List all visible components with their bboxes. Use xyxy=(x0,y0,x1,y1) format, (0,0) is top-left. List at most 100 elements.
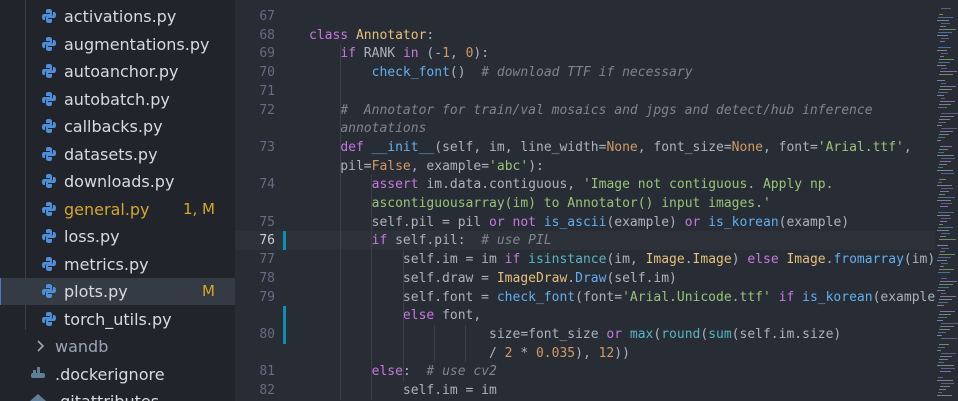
token: check_font xyxy=(371,65,450,81)
token: * xyxy=(512,345,536,361)
token: (im) xyxy=(903,252,936,268)
folder-label: wandb xyxy=(55,337,109,356)
minimap-line xyxy=(938,197,955,198)
minimap-line xyxy=(941,173,954,174)
minimap-line xyxy=(940,236,946,237)
token: assert xyxy=(371,177,427,193)
code-text: class Annotator: xyxy=(309,28,434,43)
token: fromarray xyxy=(833,252,904,268)
file-metrics-py[interactable]: metrics.py xyxy=(0,251,235,278)
minimap-line xyxy=(940,101,955,102)
line-number: 68 xyxy=(259,27,275,43)
file-autobatch-py[interactable]: autobatch.py xyxy=(0,86,235,113)
file-callbacks-py[interactable]: callbacks.py xyxy=(0,113,235,140)
token: # Annotator for train/val mosaics and jp… xyxy=(340,102,873,118)
minimap-line xyxy=(941,53,948,54)
minimap-line xyxy=(938,287,949,288)
token: isinstance xyxy=(528,252,607,268)
line-number: 80 xyxy=(259,326,275,342)
file-label: autoanchor.py xyxy=(64,62,179,81)
minimap-line xyxy=(941,323,958,324)
minimap-line xyxy=(939,104,951,105)
token: sum xyxy=(708,326,732,342)
file-activations-py[interactable]: activations.py xyxy=(0,3,235,30)
code-line[interactable]: 68 class Annotator: xyxy=(235,26,935,45)
minimap-line xyxy=(939,179,946,180)
minimap-line xyxy=(937,140,941,141)
token: font, xyxy=(442,308,482,324)
line-number: 82 xyxy=(259,383,275,398)
minimap-line xyxy=(937,245,948,246)
token: in xyxy=(402,46,427,62)
file-augmentations-py[interactable]: augmentations.py xyxy=(0,31,235,58)
file-label: downloads.py xyxy=(64,172,175,191)
minimap-line xyxy=(941,248,949,249)
line-number: 78 xyxy=(259,270,275,286)
token: ): xyxy=(473,46,490,62)
file-datasets-py[interactable]: datasets.py xyxy=(0,141,235,168)
code-editor[interactable]: 67 68 class Annotator: 69 if RANK in (-1, 0… xyxy=(235,0,935,401)
minimap-line xyxy=(941,218,951,219)
folder-wandb[interactable]: wandb xyxy=(0,333,235,360)
token: (font= xyxy=(575,289,623,305)
minimap-line xyxy=(937,365,954,366)
minimap-line xyxy=(937,155,954,156)
python-icon xyxy=(42,119,56,133)
token: ( xyxy=(700,326,709,342)
token: (example) xyxy=(606,214,685,230)
minimap[interactable] xyxy=(935,0,958,401)
minimap-line xyxy=(937,65,946,66)
file-torch_utils-py[interactable]: torch_utils.py xyxy=(0,306,235,333)
minimap-line xyxy=(940,281,957,282)
minimap-line xyxy=(939,224,943,225)
code-line[interactable]: 67 xyxy=(235,7,935,26)
minimap-line xyxy=(938,92,948,93)
minimap-line xyxy=(941,158,955,159)
minimap-line xyxy=(941,38,949,39)
file-downloads-py[interactable]: downloads.py xyxy=(0,168,235,195)
token: / xyxy=(309,345,505,361)
token: # download TTF if necessary xyxy=(481,65,693,81)
file-general-py[interactable]: general.py 1, M xyxy=(0,196,235,223)
token: def xyxy=(340,139,372,155)
minimap-line xyxy=(940,266,944,267)
python-icon xyxy=(42,256,56,271)
token: self.pil: xyxy=(395,233,482,249)
token: is_ascii xyxy=(543,214,607,230)
minimap-line xyxy=(939,329,950,330)
file-gitattributes[interactable]: .gitattributes xyxy=(0,388,235,401)
minimap-line xyxy=(938,17,953,18)
indent-guide xyxy=(402,250,404,381)
file-label: callbacks.py xyxy=(64,117,163,136)
minimap-line xyxy=(940,41,945,42)
minimap-line xyxy=(938,47,951,48)
minimap-line xyxy=(937,35,948,36)
file-label: autobatch.py xyxy=(64,89,170,109)
token: , xyxy=(449,46,466,62)
python-icon xyxy=(42,36,56,51)
minimap-line xyxy=(939,344,949,345)
token: annotations xyxy=(340,121,427,137)
token: is_korean xyxy=(708,214,779,230)
code-text: pil=False, example='abc'): xyxy=(309,159,544,174)
minimap-line xyxy=(940,371,951,372)
code-text: ascontiguousarray(im) to Annotator() inp… xyxy=(309,196,771,211)
python-icon xyxy=(42,201,56,216)
file-loss-py[interactable]: loss.py xyxy=(0,223,235,250)
code-text: / 2 * 0.035), 12)) xyxy=(309,346,630,361)
minimap-line xyxy=(938,182,942,183)
file-autoanchor-py[interactable]: autoanchor.py xyxy=(0,58,235,85)
git-icon xyxy=(30,394,46,401)
file-dockerignore[interactable]: .dockerignore xyxy=(0,361,235,388)
minimap-line xyxy=(939,389,946,390)
minimap-line xyxy=(937,20,949,21)
token: __init__ xyxy=(371,139,435,155)
token: class xyxy=(309,27,356,43)
token: 2 xyxy=(504,345,513,361)
file-plots-py[interactable]: plots.py M xyxy=(0,278,235,305)
minimap-line xyxy=(939,299,952,300)
minimap-line xyxy=(938,302,948,303)
minimap-line xyxy=(941,188,953,189)
file-label: .dockerignore xyxy=(55,365,165,384)
